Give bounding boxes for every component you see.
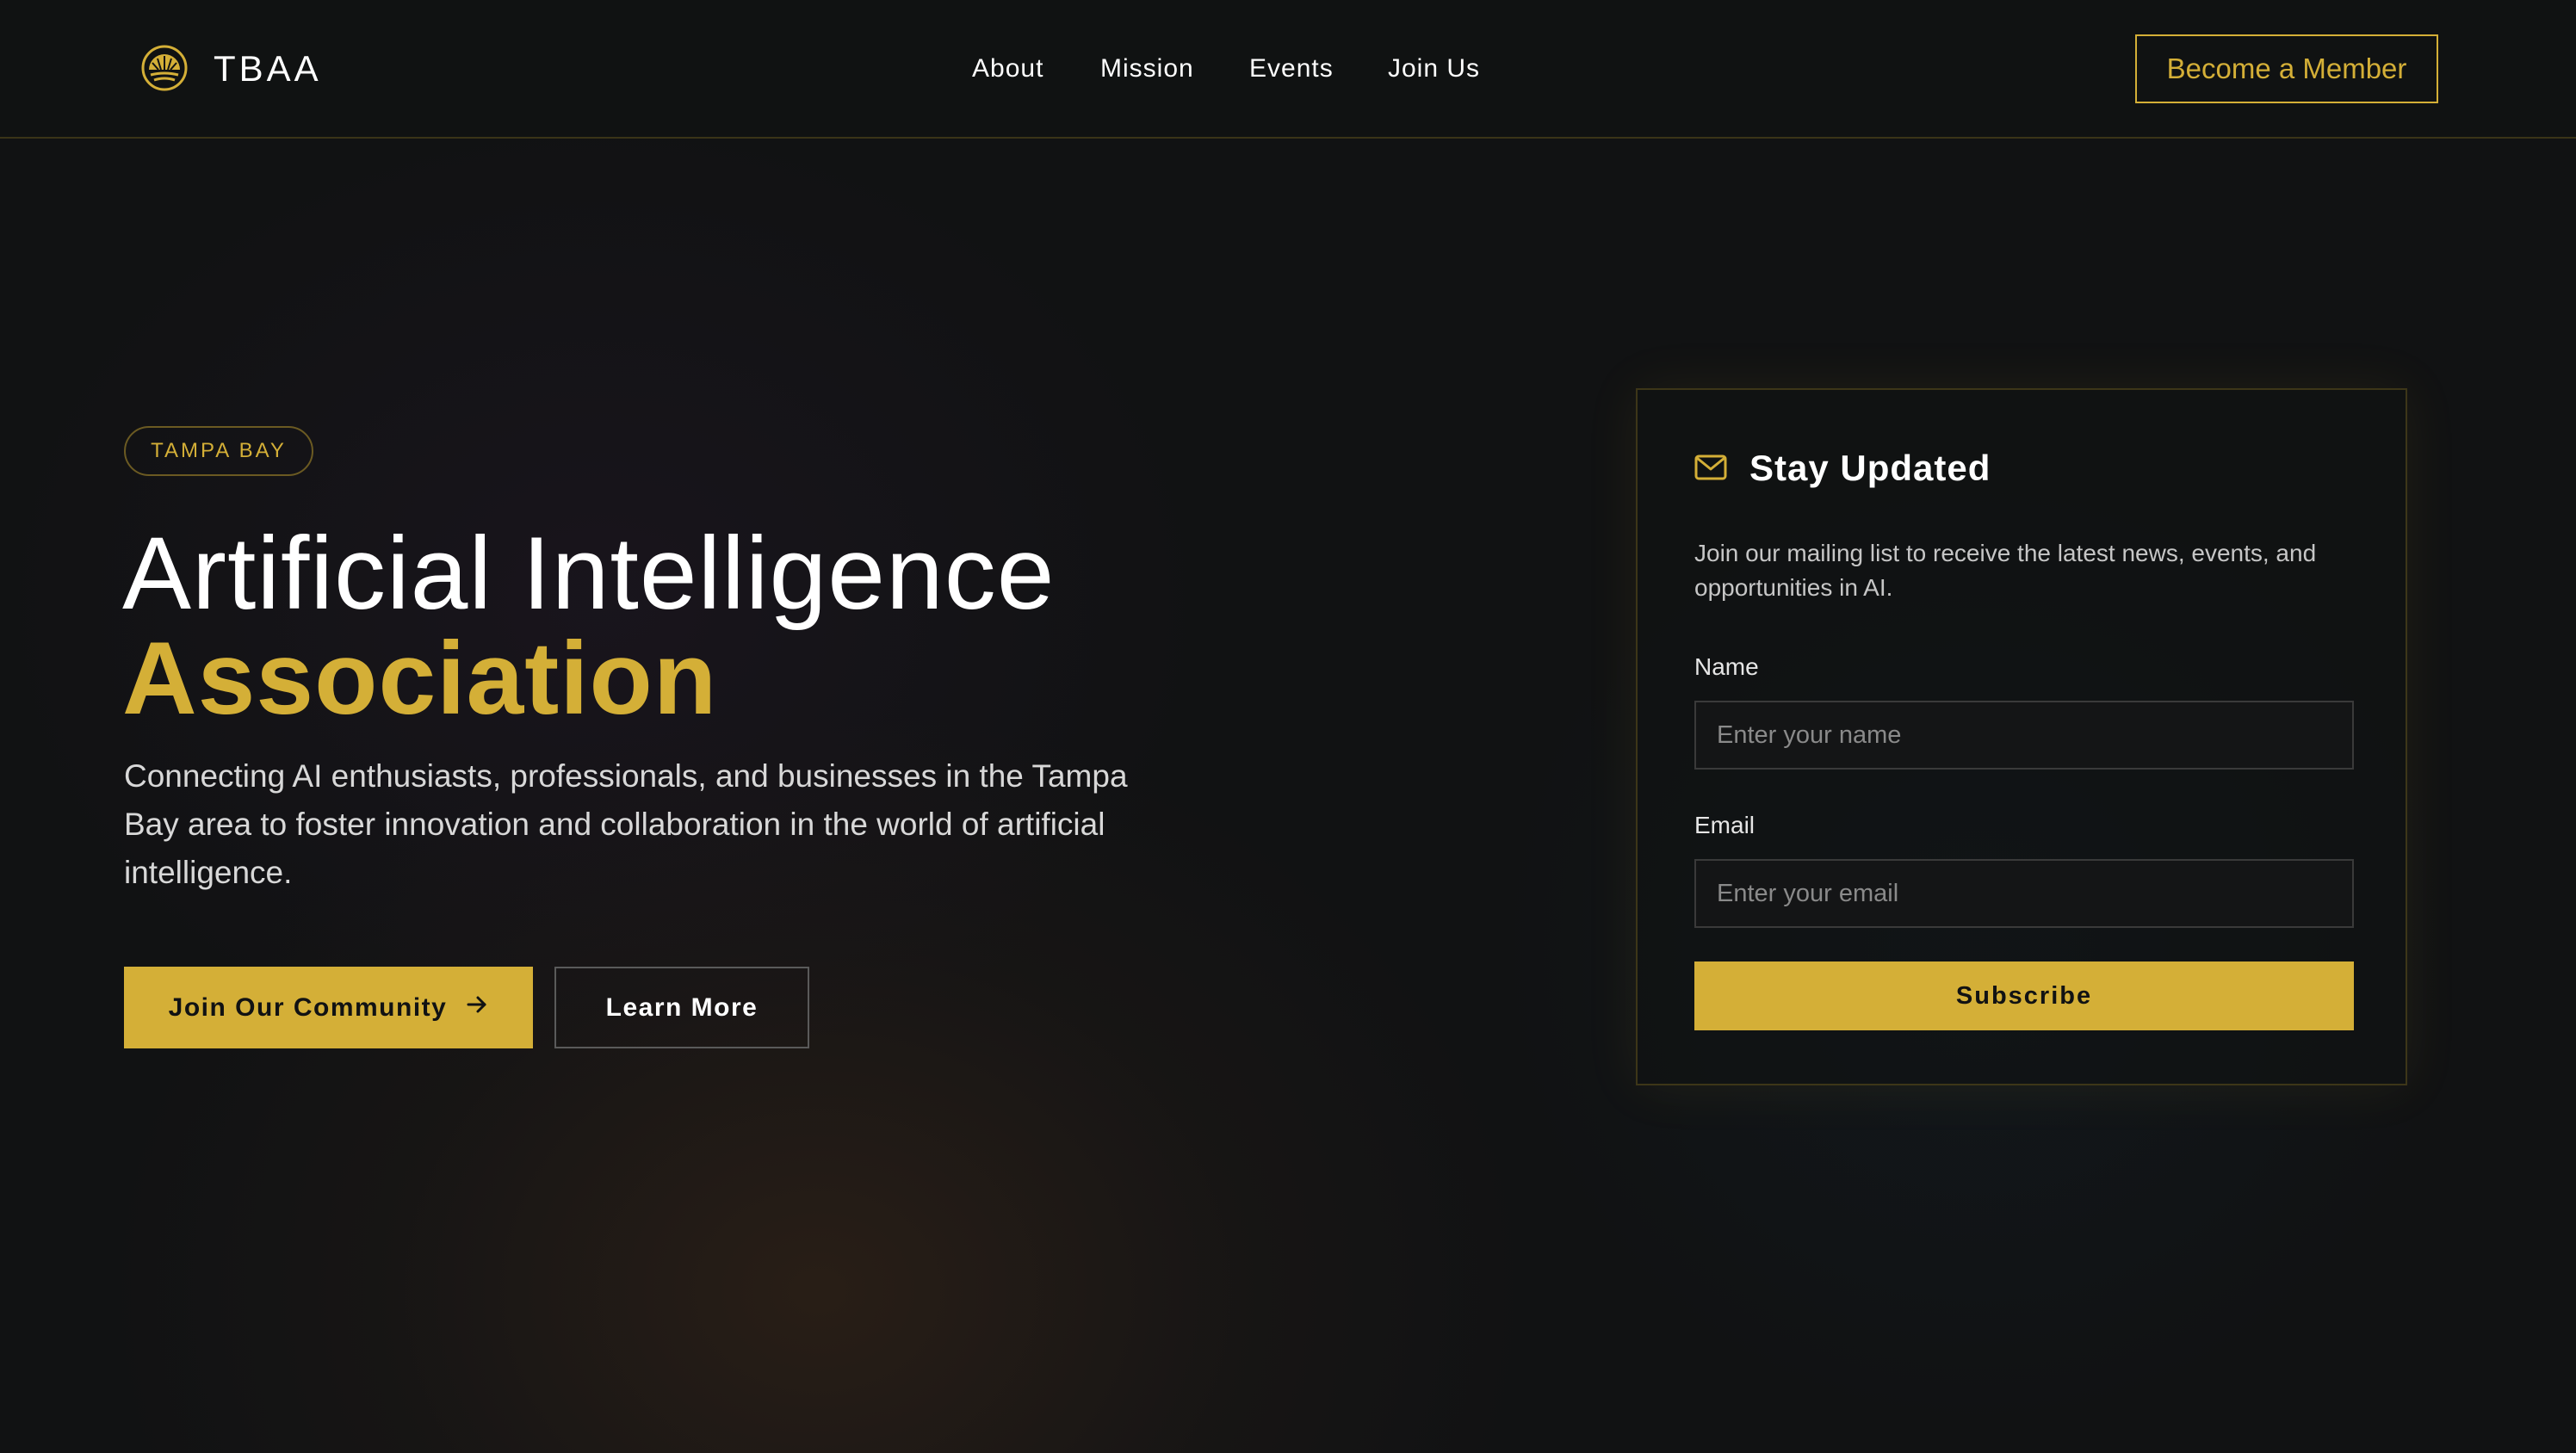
nav-link-about[interactable]: About	[972, 52, 1043, 86]
newsletter-title: Stay Updated	[1749, 448, 1991, 488]
join-community-button[interactable]: Join Our Community	[124, 967, 533, 1048]
name-label: Name	[1694, 653, 1759, 680]
email-label: Email	[1694, 812, 1756, 838]
top-nav: TBAA About Mission Events Join Us Become…	[0, 0, 2576, 139]
hero-title-line1: Artificial Intelligence	[122, 516, 1056, 631]
mail-icon	[1694, 454, 1727, 480]
email-field[interactable]	[1694, 859, 2354, 928]
page: TBAA About Mission Events Join Us Become…	[0, 0, 2576, 1453]
newsletter-description: Join our mailing list to receive the lat…	[1694, 540, 2317, 601]
arrow-right-icon	[466, 993, 488, 1023]
nav-link-events[interactable]: Events	[1249, 52, 1334, 86]
location-badge: TAMPA BAY	[124, 426, 313, 476]
become-member-button[interactable]: Become a Member	[2135, 34, 2438, 103]
subscribe-button[interactable]: Subscribe	[1694, 961, 2354, 1030]
nav-link-join-us[interactable]: Join Us	[1388, 52, 1480, 86]
hero-description: Connecting AI enthusiasts, professionals…	[124, 758, 1128, 890]
learn-more-button[interactable]: Learn More	[554, 967, 809, 1048]
newsletter-card: Stay Updated Join our mailing list to re…	[1636, 388, 2407, 1085]
join-community-label: Join Our Community	[168, 992, 448, 1022]
nav-link-mission[interactable]: Mission	[1100, 52, 1194, 86]
name-field[interactable]	[1694, 701, 2354, 770]
hero-title-line2: Association	[122, 621, 718, 736]
